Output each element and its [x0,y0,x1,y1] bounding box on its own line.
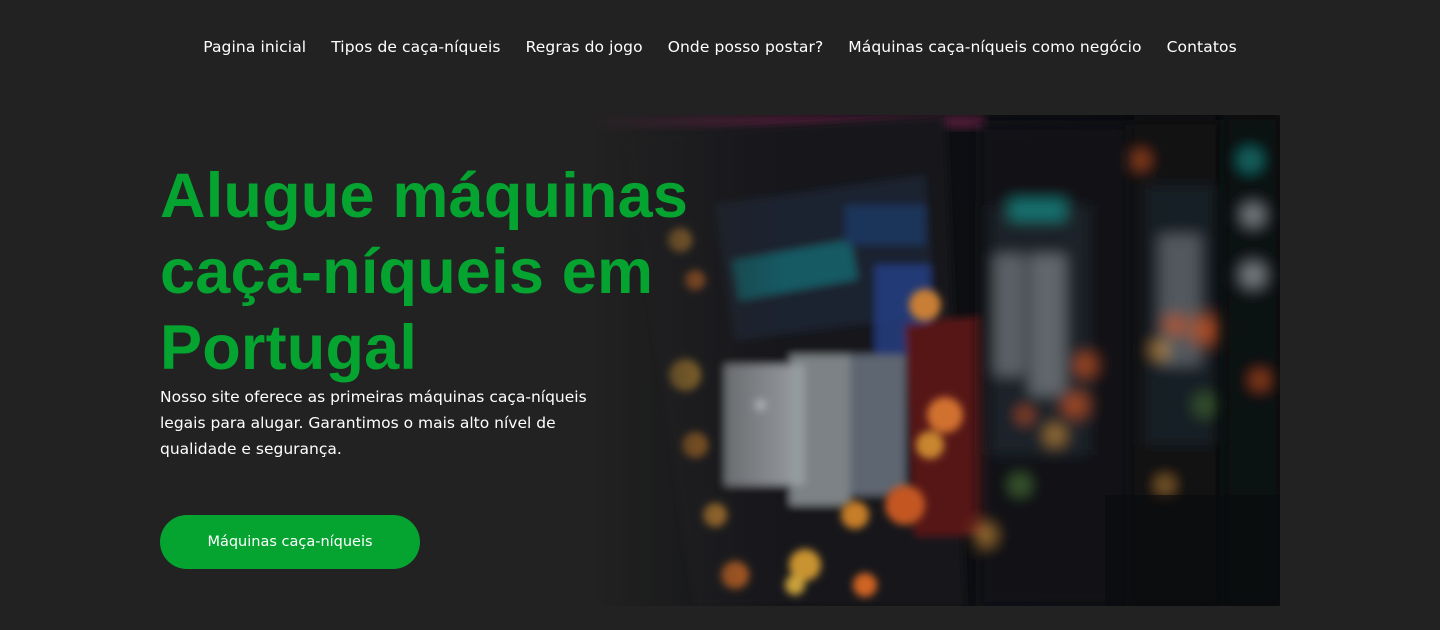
nav-link-home[interactable]: Pagina inicial [203,38,306,56]
nav-item: Regras do jogo [526,37,643,56]
nav-item: Máquinas caça-níqueis como negócio [848,37,1141,56]
hero-content: Alugue máquinas caça-níqueis em Portugal [160,158,740,386]
nav-item: Tipos de caça-níqueis [331,37,500,56]
nav-item: Onde posso postar? [668,37,824,56]
hero-description: Nosso site oferece as primeiras máquinas… [160,388,587,458]
nav-list: Pagina inicial Tipos de caça-níqueis Reg… [203,37,1237,56]
hero-title: Alugue máquinas caça-níqueis em Portugal [160,161,689,383]
nav-link-game-rules[interactable]: Regras do jogo [526,38,643,56]
nav-item: Pagina inicial [203,37,306,56]
nav-link-slot-types[interactable]: Tipos de caça-níqueis [331,38,500,56]
nav-link-business[interactable]: Máquinas caça-níqueis como negócio [848,38,1141,56]
slot-machines-button[interactable]: Máquinas caça-níqueis [160,515,420,569]
nav-link-where-to-post[interactable]: Onde posso postar? [668,38,824,56]
nav-item: Contatos [1167,37,1237,56]
nav-link-contacts[interactable]: Contatos [1167,38,1237,56]
main-navigation: Pagina inicial Tipos de caça-níqueis Reg… [0,0,1440,94]
